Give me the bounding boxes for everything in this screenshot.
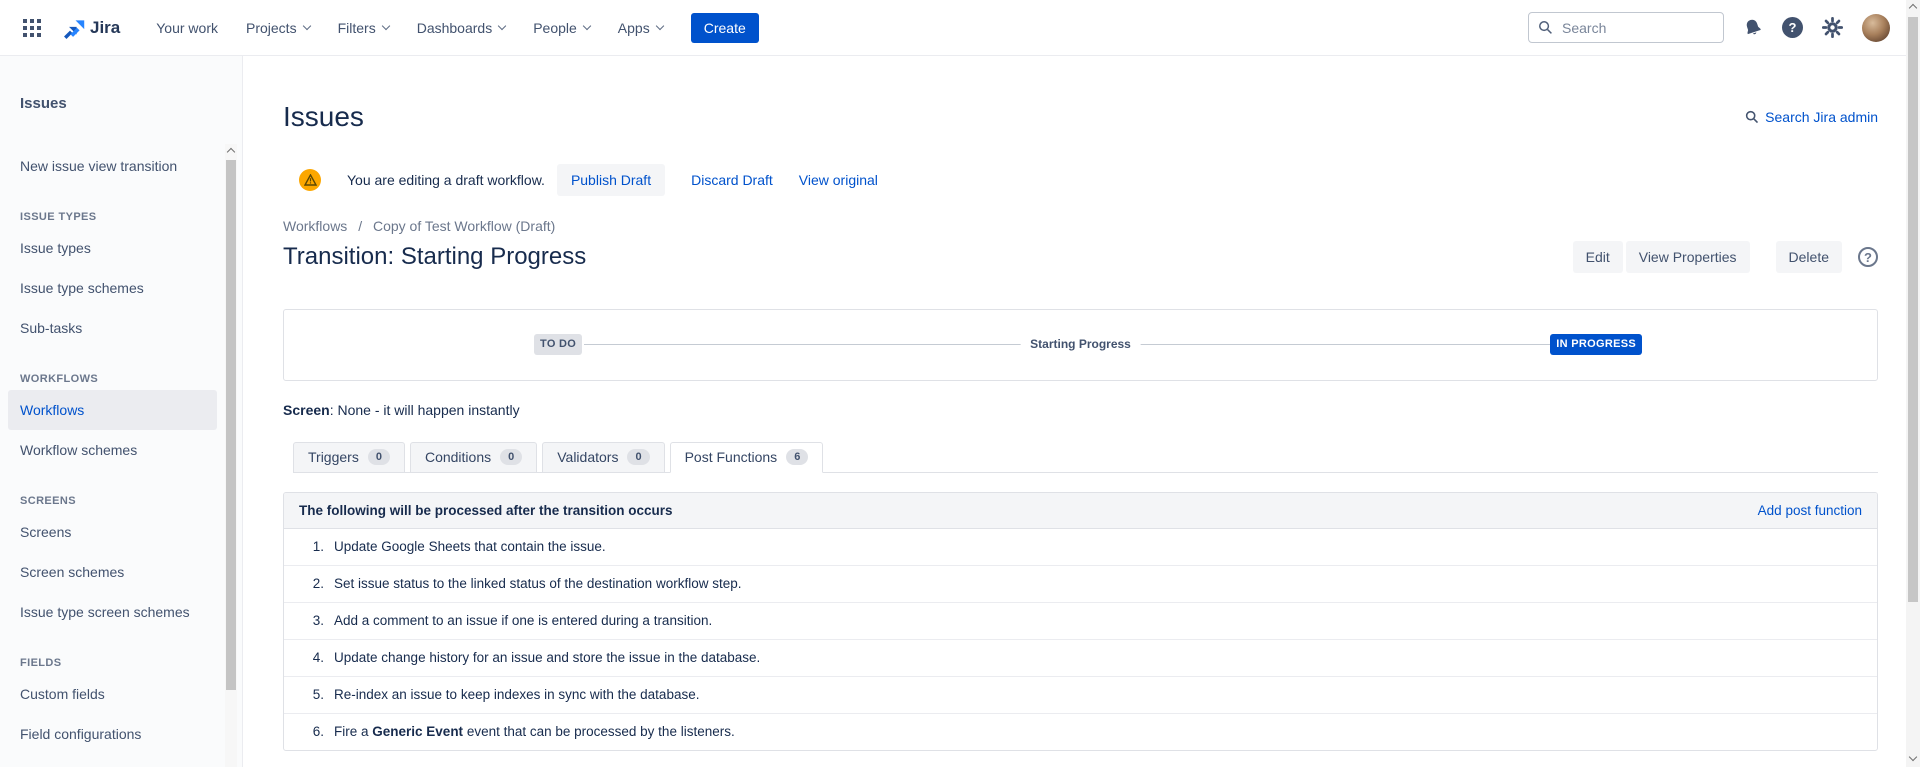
jira-logo[interactable]: Jira xyxy=(54,15,128,41)
scroll-up-icon[interactable] xyxy=(227,148,235,156)
draft-banner-message: You are editing a draft workflow. xyxy=(347,172,545,188)
page-scrollbar-thumb[interactable] xyxy=(1908,17,1918,602)
screen-info: Screen: None - it will happen instantly xyxy=(283,401,1878,419)
jira-logo-text: Jira xyxy=(90,18,120,38)
edit-button[interactable]: Edit xyxy=(1573,241,1623,273)
user-avatar[interactable] xyxy=(1862,14,1890,42)
sidebar-section-fields: FIELDS xyxy=(20,656,242,670)
post-function-row: 4. Update change history for an issue an… xyxy=(284,640,1877,677)
post-function-row: 1. Update Google Sheets that contain the… xyxy=(284,529,1877,566)
delete-button[interactable]: Delete xyxy=(1776,241,1842,273)
sidebar-section-screens: SCREENS xyxy=(20,494,242,508)
gear-icon xyxy=(1822,17,1843,38)
view-properties-button[interactable]: View Properties xyxy=(1626,241,1750,273)
chevron-down-icon xyxy=(583,21,591,29)
page-scrollbar[interactable] xyxy=(1906,0,1920,767)
bell-icon xyxy=(1743,18,1763,38)
search-input[interactable] xyxy=(1528,12,1724,43)
sidebar-title: Issues xyxy=(20,94,242,114)
chevron-down-icon xyxy=(381,21,389,29)
settings-icon[interactable] xyxy=(1822,17,1843,38)
scroll-up-icon[interactable] xyxy=(1909,4,1917,12)
search-jira-admin-link[interactable]: Search Jira admin xyxy=(1745,109,1878,125)
post-function-row: 5. Re-index an issue to keep indexes in … xyxy=(284,677,1877,714)
sidebar-item-issue-type-schemes[interactable]: Issue type schemes xyxy=(0,268,242,308)
nav-item-apps[interactable]: Apps xyxy=(604,12,677,44)
create-button[interactable]: Create xyxy=(691,13,759,43)
discard-draft-link[interactable]: Discard Draft xyxy=(691,172,773,188)
transition-name-label: Starting Progress xyxy=(1020,337,1141,351)
status-lozenge-todo: TO DO xyxy=(534,334,582,355)
transition-tabs: Triggers 0 Conditions 0 Validators 0 Pos… xyxy=(293,442,1878,473)
tab-post-functions[interactable]: Post Functions 6 xyxy=(670,442,824,473)
jira-logo-icon xyxy=(62,15,88,41)
app-switcher-icon[interactable] xyxy=(16,12,48,44)
main-content: Issues Search Jira admin You are editing… xyxy=(243,56,1920,767)
sidebar-scrollbar[interactable] xyxy=(225,144,237,767)
sidebar-item-sub-tasks[interactable]: Sub-tasks xyxy=(0,308,242,348)
help-icon[interactable]: ? xyxy=(1782,17,1803,38)
transition-toolbar: Edit View Properties Delete ? xyxy=(1573,241,1878,273)
post-function-row: 2. Set issue status to the linked status… xyxy=(284,566,1877,603)
status-lozenge-in-progress: IN PROGRESS xyxy=(1550,334,1642,355)
post-function-row: 6. Fire a Generic Event event that can b… xyxy=(284,714,1877,750)
sidebar-item-new-issue-view-transition[interactable]: New issue view transition xyxy=(0,146,242,186)
validators-count-badge: 0 xyxy=(627,449,649,465)
breadcrumb-workflows[interactable]: Workflows xyxy=(283,218,347,234)
admin-sidebar: Issues New issue view transition ISSUE T… xyxy=(0,56,243,767)
grid-icon xyxy=(23,19,41,37)
post-functions-header: The following will be processed after th… xyxy=(299,503,673,518)
tab-validators[interactable]: Validators 0 xyxy=(542,442,664,473)
top-nav: Jira Your work Projects Filters Dashboar… xyxy=(0,0,1920,56)
screen-value: : None - it will happen instantly xyxy=(330,402,520,418)
sidebar-item-custom-fields[interactable]: Custom fields xyxy=(0,674,242,714)
chevron-down-icon xyxy=(302,21,310,29)
post-function-row: 3. Add a comment to an issue if one is e… xyxy=(284,603,1877,640)
view-original-link[interactable]: View original xyxy=(799,172,878,188)
post-functions-count-badge: 6 xyxy=(786,449,808,465)
nav-right-cluster: ? xyxy=(1528,12,1890,43)
global-search[interactable] xyxy=(1528,12,1724,43)
chevron-down-icon xyxy=(655,21,663,29)
tab-conditions[interactable]: Conditions 0 xyxy=(410,442,537,473)
help-circle-icon[interactable]: ? xyxy=(1858,247,1878,267)
nav-item-filters[interactable]: Filters xyxy=(324,12,403,44)
publish-draft-button[interactable]: Publish Draft xyxy=(557,164,665,196)
sidebar-scrollbar-thumb[interactable] xyxy=(226,160,236,690)
sidebar-item-issue-types[interactable]: Issue types xyxy=(0,228,242,268)
breadcrumb-separator: / xyxy=(358,218,362,234)
warning-icon xyxy=(299,169,321,191)
transition-title: Transition: Starting Progress xyxy=(283,241,586,273)
triggers-count-badge: 0 xyxy=(368,449,390,465)
sidebar-item-field-configurations[interactable]: Field configurations xyxy=(0,714,242,754)
transition-diagram: TO DO Starting Progress IN PROGRESS xyxy=(283,309,1878,381)
sidebar-item-workflow-schemes[interactable]: Workflow schemes xyxy=(0,430,242,470)
sidebar-section-workflows: WORKFLOWS xyxy=(20,372,242,386)
sidebar-item-workflows[interactable]: Workflows xyxy=(8,390,217,430)
post-functions-panel: The following will be processed after th… xyxy=(283,492,1878,751)
sidebar-section-issue-types: ISSUE TYPES xyxy=(20,210,242,224)
add-post-function-link[interactable]: Add post function xyxy=(1758,503,1862,518)
scroll-down-icon[interactable] xyxy=(1909,753,1917,761)
draft-workflow-banner: You are editing a draft workflow. Publis… xyxy=(283,164,1878,196)
breadcrumb: Workflows / Copy of Test Workflow (Draft… xyxy=(283,218,1878,235)
chevron-down-icon xyxy=(498,21,506,29)
nav-item-projects[interactable]: Projects xyxy=(232,12,324,44)
sidebar-item-screen-schemes[interactable]: Screen schemes xyxy=(0,552,242,592)
search-icon xyxy=(1538,20,1553,35)
breadcrumb-current[interactable]: Copy of Test Workflow (Draft) xyxy=(373,218,555,234)
page-title: Issues xyxy=(283,100,364,134)
screen-label: Screen xyxy=(283,402,330,418)
nav-item-people[interactable]: People xyxy=(519,12,604,44)
conditions-count-badge: 0 xyxy=(500,449,522,465)
sidebar-nav: New issue view transition ISSUE TYPES Is… xyxy=(0,146,242,754)
sidebar-item-screens[interactable]: Screens xyxy=(0,512,242,552)
notifications-icon[interactable] xyxy=(1743,18,1763,38)
tab-triggers[interactable]: Triggers 0 xyxy=(293,442,405,473)
search-icon xyxy=(1745,110,1759,124)
nav-item-dashboards[interactable]: Dashboards xyxy=(403,12,520,44)
nav-item-your-work[interactable]: Your work xyxy=(142,12,232,44)
sidebar-item-issue-type-screen-schemes[interactable]: Issue type screen schemes xyxy=(0,592,242,632)
